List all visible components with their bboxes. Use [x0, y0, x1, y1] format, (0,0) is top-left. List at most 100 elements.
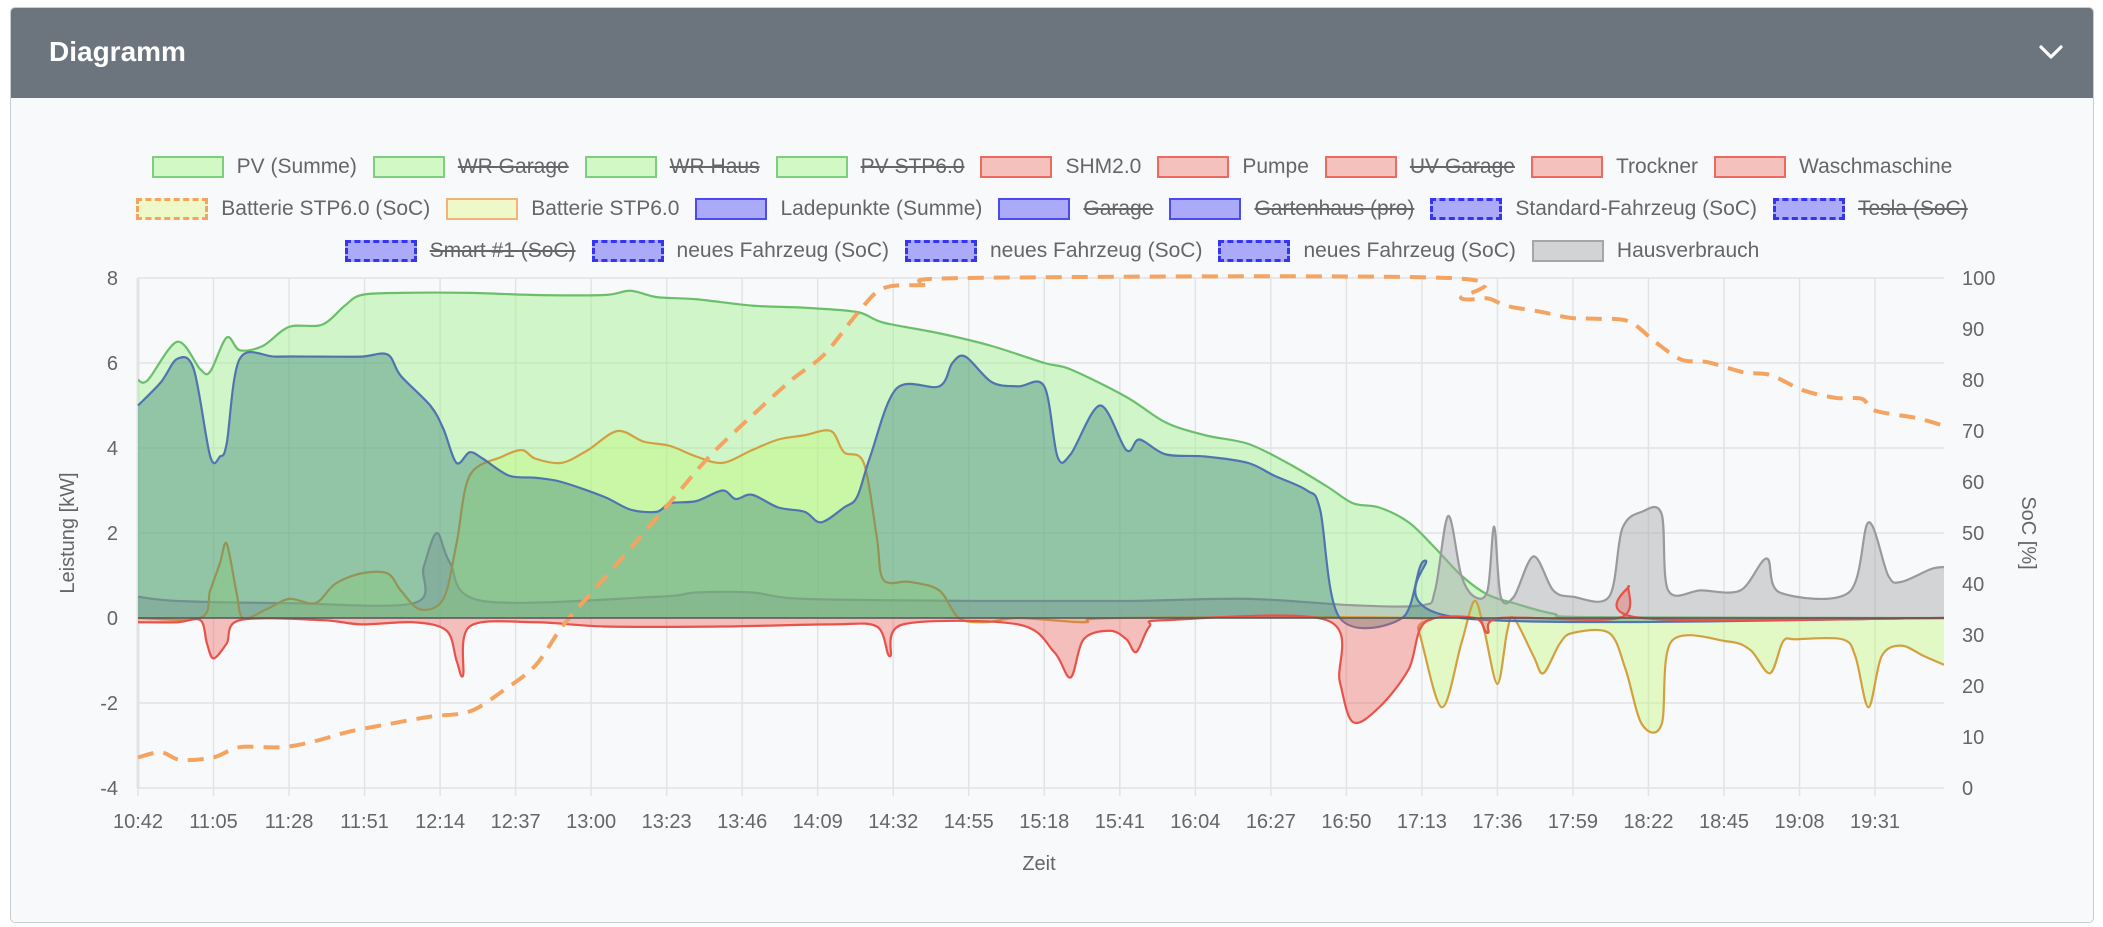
legend-swatch — [1530, 156, 1603, 178]
chart: 86420-2-410:42 11:05 11:28 11:51 12:14 12:37 1… — [57, 268, 2039, 875]
legend-swatch — [695, 198, 768, 220]
legend-label: WR Garage — [457, 155, 569, 178]
y-tick-label: 2 — [107, 523, 118, 545]
legend-swatch — [372, 156, 445, 178]
legend-item[interactable]: WR Garage — [372, 155, 569, 179]
legend-swatch — [584, 156, 657, 178]
legend-label: PV STP6.0 — [860, 155, 965, 178]
legend-label: UV Garage — [1409, 155, 1515, 178]
x-tick-label: 11:28 — [265, 811, 314, 833]
y2-tick-label: 20 — [1962, 676, 1984, 698]
y-axis-title: Leistung [kW] — [57, 472, 79, 593]
y-tick-label: -4 — [100, 778, 118, 800]
legend-label: Tesla (SoC) — [1858, 197, 1968, 220]
x-tick-label: 13:46 — [717, 811, 767, 833]
y2-tick-label: 10 — [1962, 727, 1984, 749]
legend-swatch — [344, 240, 417, 262]
legend-item[interactable]: PV (Summe) — [151, 155, 357, 179]
x-axis-title: Zeit — [1022, 853, 1056, 875]
legend-item[interactable]: Tesla (SoC) — [1773, 197, 1968, 221]
legend-item[interactable]: PV STP6.0 — [775, 155, 965, 179]
y2-tick-label: 30 — [1962, 625, 1984, 647]
legend-label: PV (Summe) — [236, 155, 357, 178]
x-tick-label: 13:23 — [642, 811, 692, 833]
legend-item[interactable]: UV Garage — [1324, 155, 1515, 179]
legend-swatch — [151, 156, 224, 178]
y-tick-label: 6 — [107, 353, 118, 375]
y2-tick-label: 40 — [1962, 574, 1984, 596]
x-tick-label: 19:08 — [1774, 811, 1824, 833]
legend-item[interactable]: neues Fahrzeug (SoC) — [591, 239, 889, 263]
y2-tick-label: 50 — [1962, 523, 1984, 545]
legend-swatch — [1157, 156, 1230, 178]
legend-label: neues Fahrzeug (SoC) — [1303, 239, 1516, 262]
y2-tick-label: 90 — [1962, 319, 1984, 341]
legend-label: Gartenhaus (pro) — [1254, 197, 1415, 220]
legend-label: Hausverbrauch — [1616, 239, 1760, 262]
legend-label: Batterie STP6.0 (SoC) — [221, 197, 431, 220]
legend-item[interactable]: Hausverbrauch — [1531, 239, 1760, 263]
legend-label: Batterie STP6.0 — [531, 197, 680, 220]
legend-item[interactable]: Garage — [998, 197, 1153, 221]
x-tick-label: 14:55 — [944, 811, 994, 833]
legend-label: Pumpe — [1242, 155, 1309, 178]
legend-row: PV (Summe) WR Garage WR Haus PV STP6.0 SHM2.… — [151, 152, 1952, 182]
legend-swatch — [1169, 198, 1242, 220]
legend-item[interactable]: Batterie STP6.0 (SoC) — [136, 197, 430, 221]
x-tick-label: 18:45 — [1699, 811, 1749, 833]
y2-tick-label: 0 — [1962, 778, 1973, 800]
legend-label: Trockner — [1615, 155, 1699, 178]
y2-axis-title: SoC [%] — [2017, 496, 2039, 569]
chart-legend: PV (Summe) WR Garage WR Haus PV STP6.0 SHM2.… — [11, 152, 2093, 266]
legend-item[interactable]: Ladepunkte (Summe) — [695, 197, 982, 221]
legend-item[interactable]: Batterie STP6.0 — [446, 197, 679, 221]
legend-swatch — [1324, 156, 1397, 178]
legend-row: Batterie STP6.0 (SoC) Batterie STP6.0 Lade… — [136, 194, 1968, 224]
x-tick-label: 15:18 — [1019, 811, 1069, 833]
legend-label: Waschmaschine — [1799, 155, 1953, 178]
legend-label: WR Haus — [669, 155, 760, 178]
x-tick-label: 11:51 — [340, 811, 389, 833]
legend-swatch — [1714, 156, 1787, 178]
legend-label: Smart #1 (SoC) — [429, 239, 576, 262]
legend-swatch — [905, 240, 977, 262]
legend-label: neues Fahrzeug (SoC) — [990, 239, 1203, 262]
x-tick-label: 18:22 — [1623, 811, 1673, 833]
x-tick-label: 14:32 — [868, 811, 918, 833]
legend-item[interactable]: Gartenhaus (pro) — [1169, 197, 1414, 221]
series-ladepunkte — [137, 350, 1945, 630]
legend-item[interactable]: Pumpe — [1157, 155, 1309, 179]
y2-tick-label: 60 — [1962, 472, 1984, 494]
legend-item[interactable]: neues Fahrzeug (SoC) — [1218, 239, 1516, 263]
legend-item[interactable]: Standard-Fahrzeug (SoC) — [1430, 197, 1757, 221]
x-tick-label: 16:27 — [1246, 811, 1296, 833]
x-tick-label: 14:09 — [793, 811, 843, 833]
legend-item[interactable]: Smart #1 (SoC) — [344, 239, 576, 263]
legend-swatch — [1218, 240, 1291, 262]
y-tick-label: 0 — [107, 608, 118, 630]
x-tick-label: 16:04 — [1170, 811, 1220, 833]
legend-swatch — [1430, 198, 1503, 220]
legend-row: Smart #1 (SoC) neues Fahrzeug (SoC) neues … — [344, 236, 1760, 266]
x-tick-label: 19:31 — [1850, 811, 1900, 833]
legend-label: Garage — [1083, 197, 1154, 220]
legend-item[interactable]: SHM2.0 — [980, 155, 1141, 179]
legend-swatch — [998, 198, 1071, 220]
x-tick-label: 17:59 — [1548, 811, 1598, 833]
y2-tick-label: 80 — [1962, 370, 1984, 392]
y-tick-label: 4 — [107, 438, 118, 460]
legend-swatch — [446, 198, 519, 220]
legend-swatch — [1773, 198, 1845, 220]
y2-tick-label: 70 — [1962, 421, 1984, 443]
legend-item[interactable]: WR Haus — [584, 155, 760, 179]
legend-item[interactable]: Trockner — [1530, 155, 1699, 179]
legend-swatch — [980, 156, 1053, 178]
x-tick-label: 15:41 — [1095, 811, 1145, 833]
y-tick-label: 8 — [107, 268, 118, 290]
x-tick-label: 12:14 — [415, 811, 465, 833]
legend-item[interactable]: Waschmaschine — [1714, 155, 1952, 179]
x-tick-label: 12:37 — [491, 811, 541, 833]
legend-swatch — [136, 198, 209, 220]
x-tick-label: 11:05 — [189, 811, 238, 833]
legend-item[interactable]: neues Fahrzeug (SoC) — [905, 239, 1202, 263]
